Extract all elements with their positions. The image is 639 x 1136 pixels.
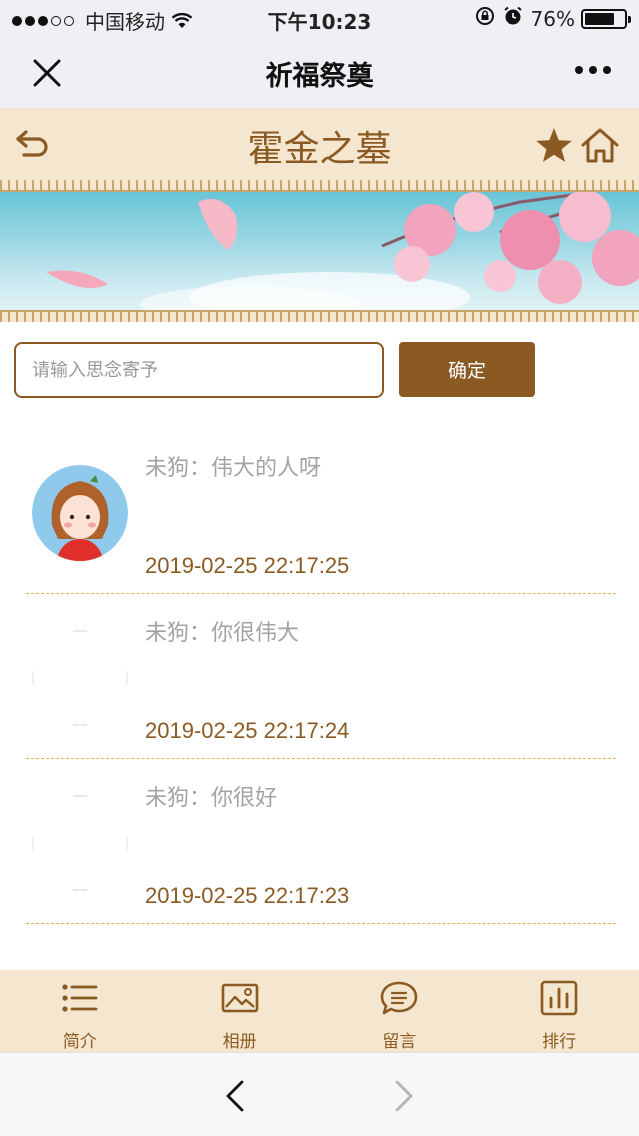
bottom-tab-bar: 简介 相册 留言 排行: [0, 970, 639, 1052]
girl-avatar-icon: [32, 465, 128, 561]
tab-label: 简介: [62, 1032, 97, 1051]
message-item: 未狗：你很伟大 2019-02-25 22:17:24: [0, 593, 639, 759]
page-header: 霍金之墓: [0, 108, 639, 180]
message-time: 2019-02-25 22:17:24: [145, 718, 350, 743]
message-text: 未狗：伟大的人呀: [145, 455, 322, 480]
magnolia-banner-image: [0, 180, 639, 322]
rotation-lock-icon: [475, 6, 495, 31]
message-item: 未狗：伟大的人呀 2019-02-25 22:17:25: [0, 428, 639, 594]
tab-ranking[interactable]: 排行: [479, 970, 639, 1052]
tab-label: 排行: [542, 1032, 577, 1051]
magnolia-flowers-image: [46, 192, 639, 310]
tab-album[interactable]: 相册: [160, 970, 320, 1052]
blank-avatar: [32, 630, 128, 726]
back-arrow-icon[interactable]: [222, 1079, 248, 1113]
tab-label: 留言: [382, 1032, 417, 1051]
nav-title: 祈福祭奠: [265, 61, 374, 92]
blank-avatar: [32, 795, 128, 891]
star-icon[interactable]: [534, 126, 574, 164]
battery-percent: 76%: [530, 6, 575, 31]
message-time: 2019-02-25 22:17:25: [145, 553, 350, 578]
status-right: 76%: [467, 6, 631, 31]
nav-bar: 祈福祭奠: [0, 36, 639, 108]
message-icon: [381, 981, 418, 1015]
status-bar: 中国移动 下午10:23 76%: [0, 0, 639, 36]
message-divider: [26, 923, 616, 924]
tab-messages[interactable]: 留言: [320, 970, 480, 1052]
more-icon[interactable]: [569, 66, 611, 74]
confirm-button[interactable]: 确定: [399, 342, 535, 397]
home-icon[interactable]: [580, 126, 620, 164]
battery-icon: [581, 8, 631, 29]
message-time: 2019-02-25 22:17:23: [145, 883, 350, 908]
browser-toolbar: [0, 1052, 639, 1136]
tab-intro[interactable]: 简介: [0, 970, 160, 1052]
battery-fill: [585, 12, 614, 25]
fret-border-bottom: [0, 310, 639, 322]
message-text: 未狗：你很好: [145, 785, 278, 810]
tab-label: 相册: [222, 1032, 257, 1051]
message-item: 未狗：你很好 2019-02-25 22:17:23: [0, 758, 639, 924]
fret-border-top: [0, 180, 639, 192]
message-text: 未狗：你很伟大: [145, 620, 300, 645]
alarm-icon: [503, 6, 523, 31]
ranking-icon: [540, 980, 578, 1016]
forward-arrow-icon[interactable]: [391, 1079, 417, 1113]
remembrance-input[interactable]: [14, 342, 384, 398]
list-icon: [62, 984, 98, 1012]
photo-icon: [221, 983, 258, 1013]
